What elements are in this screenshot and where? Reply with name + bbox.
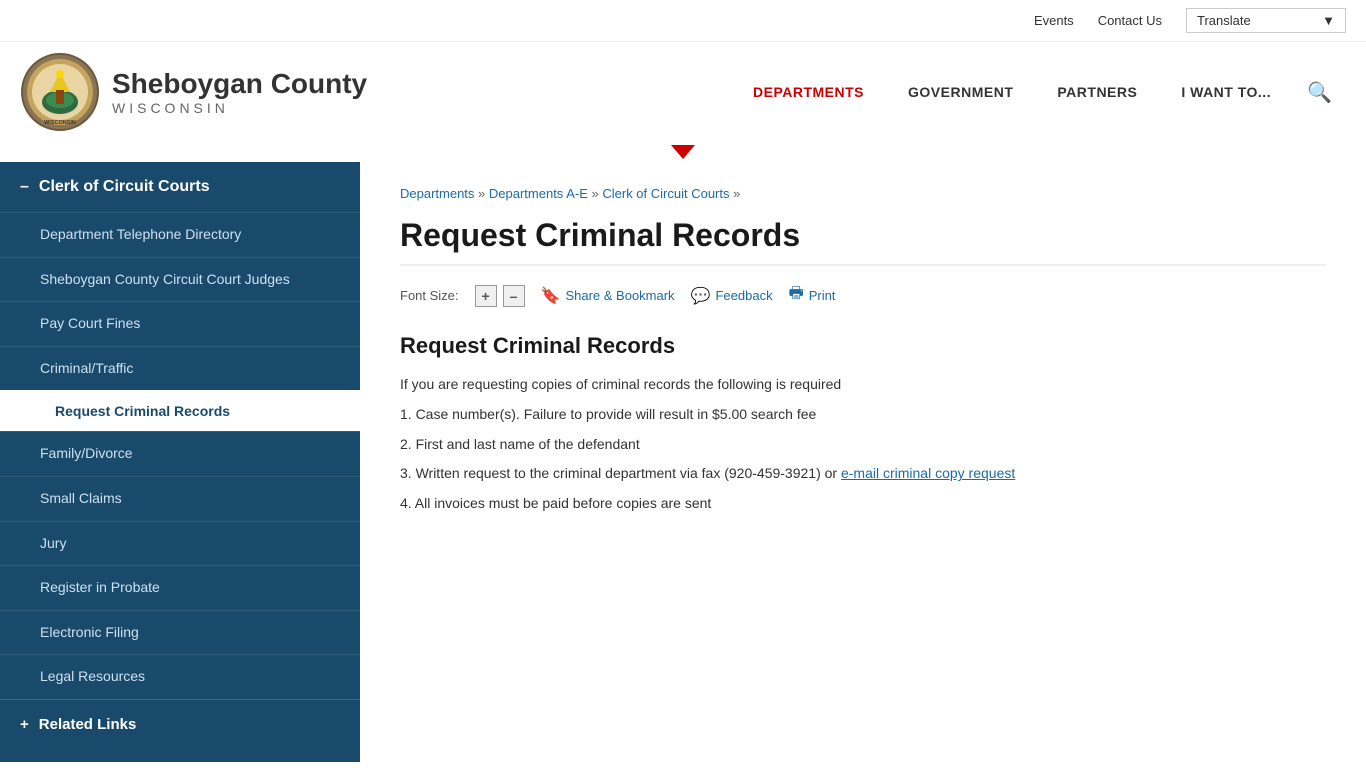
actions-bar: Font Size: + – 🔖 Share & Bookmark 💬 Feed… (400, 282, 1326, 309)
sidebar-plus-icon: + (20, 716, 29, 733)
share-icon: 🔖 (541, 286, 561, 306)
main-nav: DEPARTMENTS GOVERNMENT PARTNERS I WANT T… (367, 70, 1346, 115)
sidebar-related-links[interactable]: + Related Links (0, 699, 360, 749)
events-link[interactable]: Events (1034, 13, 1074, 28)
sidebar-section-clerk[interactable]: – Clerk of Circuit Courts (0, 162, 360, 212)
site-title-block: Sheboygan County WISCONSIN (112, 68, 367, 116)
nav-partners[interactable]: PARTNERS (1035, 74, 1159, 110)
contact-link[interactable]: Contact Us (1098, 13, 1162, 28)
sidebar-item-family-divorce[interactable]: Family/Divorce (0, 431, 360, 476)
breadcrumb-sep-3: » (733, 186, 740, 201)
content-intro: If you are requesting copies of criminal… (400, 373, 1326, 397)
feedback-link[interactable]: 💬 Feedback (691, 286, 773, 306)
sidebar-minus-icon: – (20, 178, 29, 196)
nav-triangle (671, 145, 695, 159)
page-title: Request Criminal Records (400, 217, 1326, 266)
sidebar-item-electronic-filing[interactable]: Electronic Filing (0, 610, 360, 655)
page-body: – Clerk of Circuit Courts Department Tel… (0, 162, 1366, 762)
content-section: Request Criminal Records If you are requ… (400, 333, 1326, 516)
breadcrumb-sep-2: » (592, 186, 603, 201)
nav-government[interactable]: GOVERNMENT (886, 74, 1035, 110)
chevron-down-icon: ▼ (1322, 13, 1335, 28)
feedback-label: Feedback (715, 288, 772, 303)
sidebar-item-criminal-traffic[interactable]: Criminal/Traffic (0, 346, 360, 391)
content-item3: 3. Written request to the criminal depar… (400, 462, 1326, 486)
content-item3-text: 3. Written request to the criminal depar… (400, 465, 841, 481)
font-decrease-button[interactable]: – (503, 285, 525, 307)
print-link[interactable]: 🖶 Print (789, 282, 836, 309)
font-size-controls: + – (475, 285, 525, 307)
sidebar: – Clerk of Circuit Courts Department Tel… (0, 162, 360, 762)
sidebar-item-register-probate[interactable]: Register in Probate (0, 565, 360, 610)
print-icon: 🖶 (789, 282, 804, 309)
nav-i-want-to[interactable]: I WANT TO... (1159, 74, 1293, 110)
content-item1: 1. Case number(s). Failure to provide wi… (400, 403, 1326, 427)
county-title: Sheboygan County (112, 68, 367, 100)
translate-selector[interactable]: Translate ▼ (1186, 8, 1346, 33)
share-bookmark-link[interactable]: 🔖 Share & Bookmark (541, 286, 675, 306)
share-bookmark-label: Share & Bookmark (565, 288, 674, 303)
county-logo: WISCONSIN (20, 52, 100, 132)
sidebar-item-legal-resources[interactable]: Legal Resources (0, 654, 360, 699)
nav-indicator (0, 142, 1366, 162)
sidebar-section-label: Clerk of Circuit Courts (39, 178, 210, 196)
breadcrumb: Departments » Departments A-E » Clerk of… (400, 186, 1326, 201)
svg-text:WISCONSIN: WISCONSIN (44, 120, 76, 126)
feedback-icon: 💬 (691, 286, 711, 306)
email-criminal-link[interactable]: e-mail criminal copy request (841, 465, 1015, 481)
sidebar-item-dept-telephone[interactable]: Department Telephone Directory (0, 212, 360, 257)
font-size-label: Font Size: (400, 288, 459, 303)
sidebar-item-circuit-judges[interactable]: Sheboygan County Circuit Court Judges (0, 257, 360, 302)
main-content: Departments » Departments A-E » Clerk of… (360, 162, 1366, 762)
sidebar-related-label: Related Links (39, 716, 137, 733)
content-item2: 2. First and last name of the defendant (400, 433, 1326, 457)
site-header: WISCONSIN Sheboygan County WISCONSIN DEP… (0, 42, 1366, 145)
state-subtitle: WISCONSIN (112, 100, 367, 116)
breadcrumb-departments[interactable]: Departments (400, 186, 474, 201)
breadcrumb-depts-ae[interactable]: Departments A-E (489, 186, 588, 201)
top-bar: Events Contact Us Translate ▼ (0, 0, 1366, 42)
print-label: Print (809, 288, 836, 303)
breadcrumb-clerk[interactable]: Clerk of Circuit Courts (602, 186, 729, 201)
nav-departments[interactable]: DEPARTMENTS (731, 74, 886, 110)
breadcrumb-sep-1: » (478, 186, 489, 201)
search-icon[interactable]: 🔍 (1293, 70, 1346, 115)
sidebar-item-request-criminal[interactable]: Request Criminal Records (0, 390, 360, 431)
content-item4: 4. All invoices must be paid before copi… (400, 492, 1326, 516)
sidebar-item-pay-fines[interactable]: Pay Court Fines (0, 301, 360, 346)
font-increase-button[interactable]: + (475, 285, 497, 307)
content-heading: Request Criminal Records (400, 333, 1326, 359)
sidebar-item-small-claims[interactable]: Small Claims (0, 476, 360, 521)
translate-label: Translate (1197, 13, 1251, 28)
sidebar-item-jury[interactable]: Jury (0, 521, 360, 566)
logo-area: WISCONSIN Sheboygan County WISCONSIN (20, 52, 367, 132)
